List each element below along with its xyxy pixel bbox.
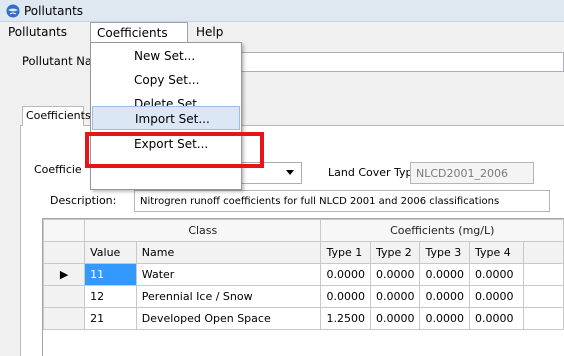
column-header-value[interactable]: Value: [84, 241, 137, 264]
cell-type2[interactable]: 0.0000: [369, 307, 421, 330]
cell-type4[interactable]: 0.0000: [468, 285, 524, 308]
cell-type2[interactable]: 0.0000: [369, 285, 421, 308]
menu-item-copy-set[interactable]: Copy Set...: [92, 68, 240, 92]
chevron-down-icon[interactable]: [286, 170, 294, 175]
column-header-type4[interactable]: Type 4: [468, 241, 524, 264]
coefficients-group-header: Coefficients (mg/L): [320, 219, 564, 242]
menu-item-import-set[interactable]: Import Set...: [92, 106, 240, 130]
menu-pollutants[interactable]: Pollutants: [2, 22, 73, 42]
pollutant-name-input[interactable]: [238, 52, 564, 72]
column-header-name[interactable]: Name: [135, 241, 322, 264]
menu-item-new-set[interactable]: New Set...: [92, 44, 240, 68]
cell-type2[interactable]: 0.0000: [369, 263, 421, 286]
cell-name[interactable]: Developed Open Space: [135, 307, 322, 330]
cell-type4[interactable]: 0.0000: [468, 307, 524, 330]
class-group-header: Class: [84, 219, 322, 242]
corner-cell: [43, 219, 86, 242]
menu-bar: Pollutants Coefficients Help: [0, 22, 564, 43]
cell-value[interactable]: 11: [84, 263, 137, 286]
cell-name[interactable]: Water: [135, 263, 322, 286]
menu-coefficients[interactable]: Coefficients: [90, 22, 188, 43]
landcover-type-field: NLCD2001_2006: [410, 162, 534, 184]
coefficients-grid: Class Coefficients (mg/L) Value Name Typ…: [42, 218, 564, 356]
cell-type1[interactable]: 0.0000: [320, 263, 371, 286]
cell-value[interactable]: 12: [84, 285, 137, 308]
cell-name[interactable]: Perennial Ice / Snow: [135, 285, 322, 308]
row-indicator[interactable]: ▶: [43, 263, 86, 286]
highlight-box: [85, 132, 264, 168]
cell-type1[interactable]: 1.2500: [320, 307, 371, 330]
cell-type4[interactable]: 0.0000: [468, 263, 524, 286]
column-header-type2[interactable]: Type 2: [369, 241, 421, 264]
row-header[interactable]: [43, 307, 86, 330]
window-title: Pollutants: [24, 4, 84, 18]
pollutant-name-label: Pollutant Na: [22, 54, 92, 68]
cell-value[interactable]: 21: [84, 307, 137, 330]
table-row[interactable]: 12 Perennial Ice / Snow 0.0000 0.0000 0.…: [43, 285, 564, 308]
globe-icon: [6, 4, 20, 18]
menu-item-delete-set[interactable]: Delete Set: [92, 92, 240, 106]
description-label: Description:: [50, 194, 117, 207]
table-row[interactable]: 21 Developed Open Space 1.2500 0.0000 0.…: [43, 307, 564, 330]
landcover-type-label: Land Cover Type:: [328, 166, 423, 179]
table-row[interactable]: ▶ 11 Water 0.0000 0.0000 0.0000 0.0000: [43, 263, 564, 286]
title-bar: [0, 0, 564, 22]
column-header-type1[interactable]: Type 1: [320, 241, 371, 264]
menu-help[interactable]: Help: [190, 22, 229, 42]
row-header[interactable]: [43, 285, 86, 308]
cell-type3[interactable]: 0.0000: [419, 307, 470, 330]
column-header-type3[interactable]: Type 3: [419, 241, 470, 264]
cell-type3[interactable]: 0.0000: [419, 263, 470, 286]
tab-coefficients[interactable]: Coefficients: [22, 106, 91, 126]
cell-type1[interactable]: 0.0000: [320, 285, 371, 308]
coefficient-set-label: Coefficie: [34, 163, 82, 176]
group-header-row: Class Coefficients (mg/L): [43, 219, 564, 242]
cell-type3[interactable]: 0.0000: [419, 285, 470, 308]
row-header-corner: [43, 241, 86, 264]
column-header-row: Value Name Type 1 Type 2 Type 3 Type 4: [43, 241, 564, 264]
description-field[interactable]: Nitrogren runoff coefficients for full N…: [134, 190, 550, 212]
